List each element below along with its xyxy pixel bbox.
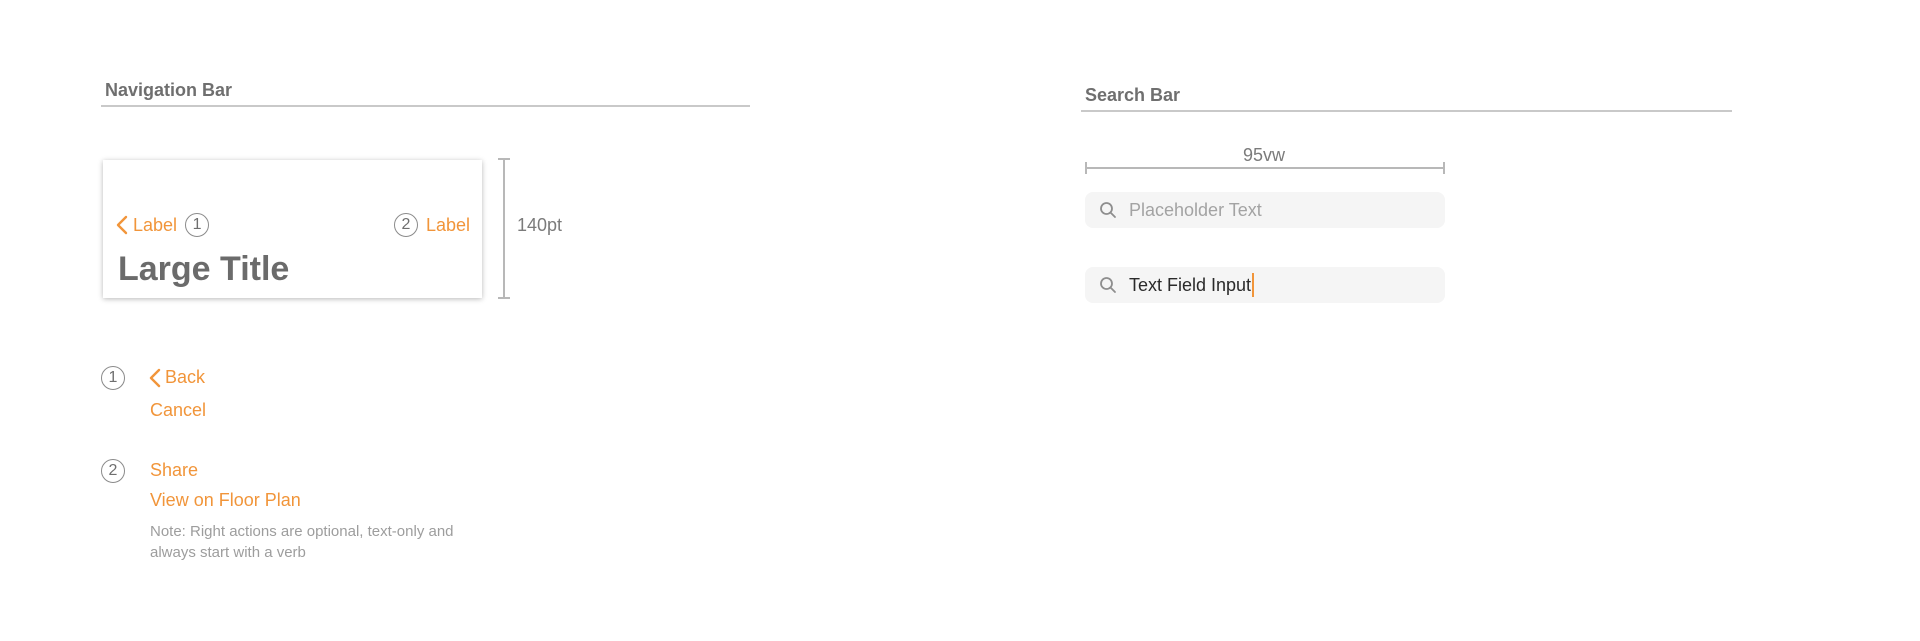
navigation-bar-section-divider <box>101 105 750 107</box>
search-bar-section-divider <box>1081 110 1732 112</box>
navigation-bar-preview: Label 1 2 Label Large Title <box>103 160 482 298</box>
magnifying-glass-icon <box>1100 277 1116 293</box>
legend-marker-1: 1 <box>101 366 125 390</box>
chevron-left-icon <box>149 368 161 387</box>
width-dimension-label: 95vw <box>1243 145 1286 165</box>
width-dimension-cap-left <box>1085 162 1087 174</box>
legend-marker-2: 2 <box>101 459 125 483</box>
width-dimension-line <box>1085 167 1445 169</box>
chevron-left-icon <box>116 215 128 235</box>
legend-back[interactable]: Back <box>148 367 205 388</box>
legend-share[interactable]: Share <box>150 460 198 481</box>
nav-left-marker: 1 <box>185 213 210 237</box>
search-field-input[interactable]: Text Field Input <box>1085 267 1445 303</box>
text-cursor <box>1252 273 1255 297</box>
height-dimension-cap-top <box>498 158 510 160</box>
legend-view-on-floor-plan[interactable]: View on Floor Plan <box>150 490 301 511</box>
nav-right-marker: 2 <box>393 213 418 237</box>
nav-right-label: Label <box>425 214 470 235</box>
height-dimension-cap-bottom <box>498 297 510 299</box>
large-title: Large Title <box>118 250 290 288</box>
search-placeholder-text: Placeholder Text <box>1129 199 1262 220</box>
legend-back-label: Back <box>165 367 206 387</box>
height-dimension-label: 140pt <box>517 215 563 235</box>
width-dimension-cap-right <box>1443 162 1445 174</box>
search-field-placeholder[interactable]: Placeholder Text <box>1085 192 1445 228</box>
nav-left-action[interactable]: Label 1 <box>115 213 210 237</box>
legend-cancel[interactable]: Cancel <box>150 400 206 421</box>
right-actions-note: Note: Right actions are optional, text-o… <box>150 523 454 561</box>
nav-left-label: Label <box>133 214 178 235</box>
height-dimension-line <box>503 158 505 299</box>
navigation-bar-section-title: Navigation Bar <box>105 80 233 100</box>
magnifying-glass-icon <box>1100 202 1116 218</box>
search-input-text: Text Field Input <box>1129 274 1252 295</box>
search-bar-section-title: Search Bar <box>1085 85 1181 105</box>
nav-right-action[interactable]: 2 Label <box>393 213 470 237</box>
